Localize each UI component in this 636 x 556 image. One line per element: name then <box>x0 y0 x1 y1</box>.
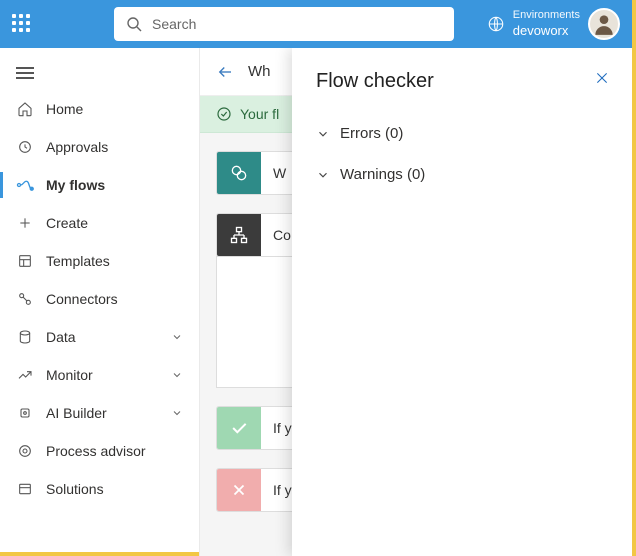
condition-icon <box>217 213 261 257</box>
sidebar-item-label: Data <box>46 329 76 345</box>
approvals-icon <box>16 138 34 156</box>
person-icon <box>591 11 617 37</box>
close-icon <box>594 70 610 86</box>
process-icon <box>16 442 34 460</box>
errors-row[interactable]: Errors (0) <box>316 113 608 154</box>
check-circle-icon <box>216 106 232 122</box>
top-bar: Environments devoworx <box>0 0 632 48</box>
connectors-icon <box>16 290 34 308</box>
back-button[interactable] <box>216 63 234 81</box>
sidebar: Home Approvals My flows Create Templates… <box>0 48 200 556</box>
chevron-down-icon <box>171 369 183 381</box>
sidebar-item-processadvisor[interactable]: Process advisor <box>0 432 199 470</box>
search-input[interactable] <box>152 16 442 32</box>
ai-icon <box>16 404 34 422</box>
monitor-icon <box>16 366 34 384</box>
search-box[interactable] <box>114 7 454 41</box>
sidebar-item-label: Templates <box>46 253 110 269</box>
warnings-row[interactable]: Warnings (0) <box>316 154 608 195</box>
sidebar-item-monitor[interactable]: Monitor <box>0 356 199 394</box>
sidebar-item-label: Create <box>46 215 88 231</box>
flow-title: Wh <box>248 63 271 80</box>
app-launcher-icon[interactable] <box>12 14 32 34</box>
sidebar-item-myflows[interactable]: My flows <box>0 166 199 204</box>
data-icon <box>16 328 34 346</box>
menu-toggle-button[interactable] <box>0 56 199 90</box>
plus-icon <box>16 214 34 232</box>
environment-label: Environments devoworx <box>513 9 580 39</box>
globe-icon <box>487 15 505 33</box>
sidebar-item-create[interactable]: Create <box>0 204 199 242</box>
sidebar-item-label: My flows <box>46 177 105 193</box>
x-icon <box>217 468 261 512</box>
chevron-down-icon <box>171 331 183 343</box>
templates-icon <box>16 252 34 270</box>
sidebar-item-approvals[interactable]: Approvals <box>0 128 199 166</box>
arrow-left-icon <box>216 63 234 81</box>
sidebar-item-solutions[interactable]: Solutions <box>0 470 199 508</box>
warnings-label: Warnings (0) <box>340 166 425 183</box>
chevron-down-icon <box>316 127 330 141</box>
flow-checker-panel: Flow checker Errors (0) Warnings (0) <box>292 48 632 556</box>
success-text: Your fl <box>240 106 279 122</box>
errors-label: Errors (0) <box>340 125 403 142</box>
avatar[interactable] <box>588 8 620 40</box>
sidebar-item-label: Monitor <box>46 367 93 383</box>
environment-switcher[interactable]: Environments devoworx <box>487 8 620 40</box>
sidebar-item-label: Connectors <box>46 291 118 307</box>
sidebar-item-data[interactable]: Data <box>0 318 199 356</box>
search-icon <box>126 16 142 32</box>
sidebar-item-label: AI Builder <box>46 405 107 421</box>
sidebar-item-label: Home <box>46 101 83 117</box>
chevron-down-icon <box>316 168 330 182</box>
sidebar-item-home[interactable]: Home <box>0 90 199 128</box>
sidebar-item-label: Approvals <box>46 139 108 155</box>
chevron-down-icon <box>171 407 183 419</box>
flow-icon <box>16 176 34 194</box>
sidebar-item-connectors[interactable]: Connectors <box>0 280 199 318</box>
sharepoint-icon <box>217 151 261 195</box>
sidebar-item-aibuilder[interactable]: AI Builder <box>0 394 199 432</box>
sidebar-item-templates[interactable]: Templates <box>0 242 199 280</box>
panel-title: Flow checker <box>316 70 608 93</box>
close-button[interactable] <box>594 70 610 86</box>
main-canvas: Wh Your fl W Co ＋ <box>200 48 632 556</box>
sidebar-item-label: Solutions <box>46 481 104 497</box>
home-icon <box>16 100 34 118</box>
check-icon <box>217 406 261 450</box>
solutions-icon <box>16 480 34 498</box>
sidebar-item-label: Process advisor <box>46 443 146 459</box>
